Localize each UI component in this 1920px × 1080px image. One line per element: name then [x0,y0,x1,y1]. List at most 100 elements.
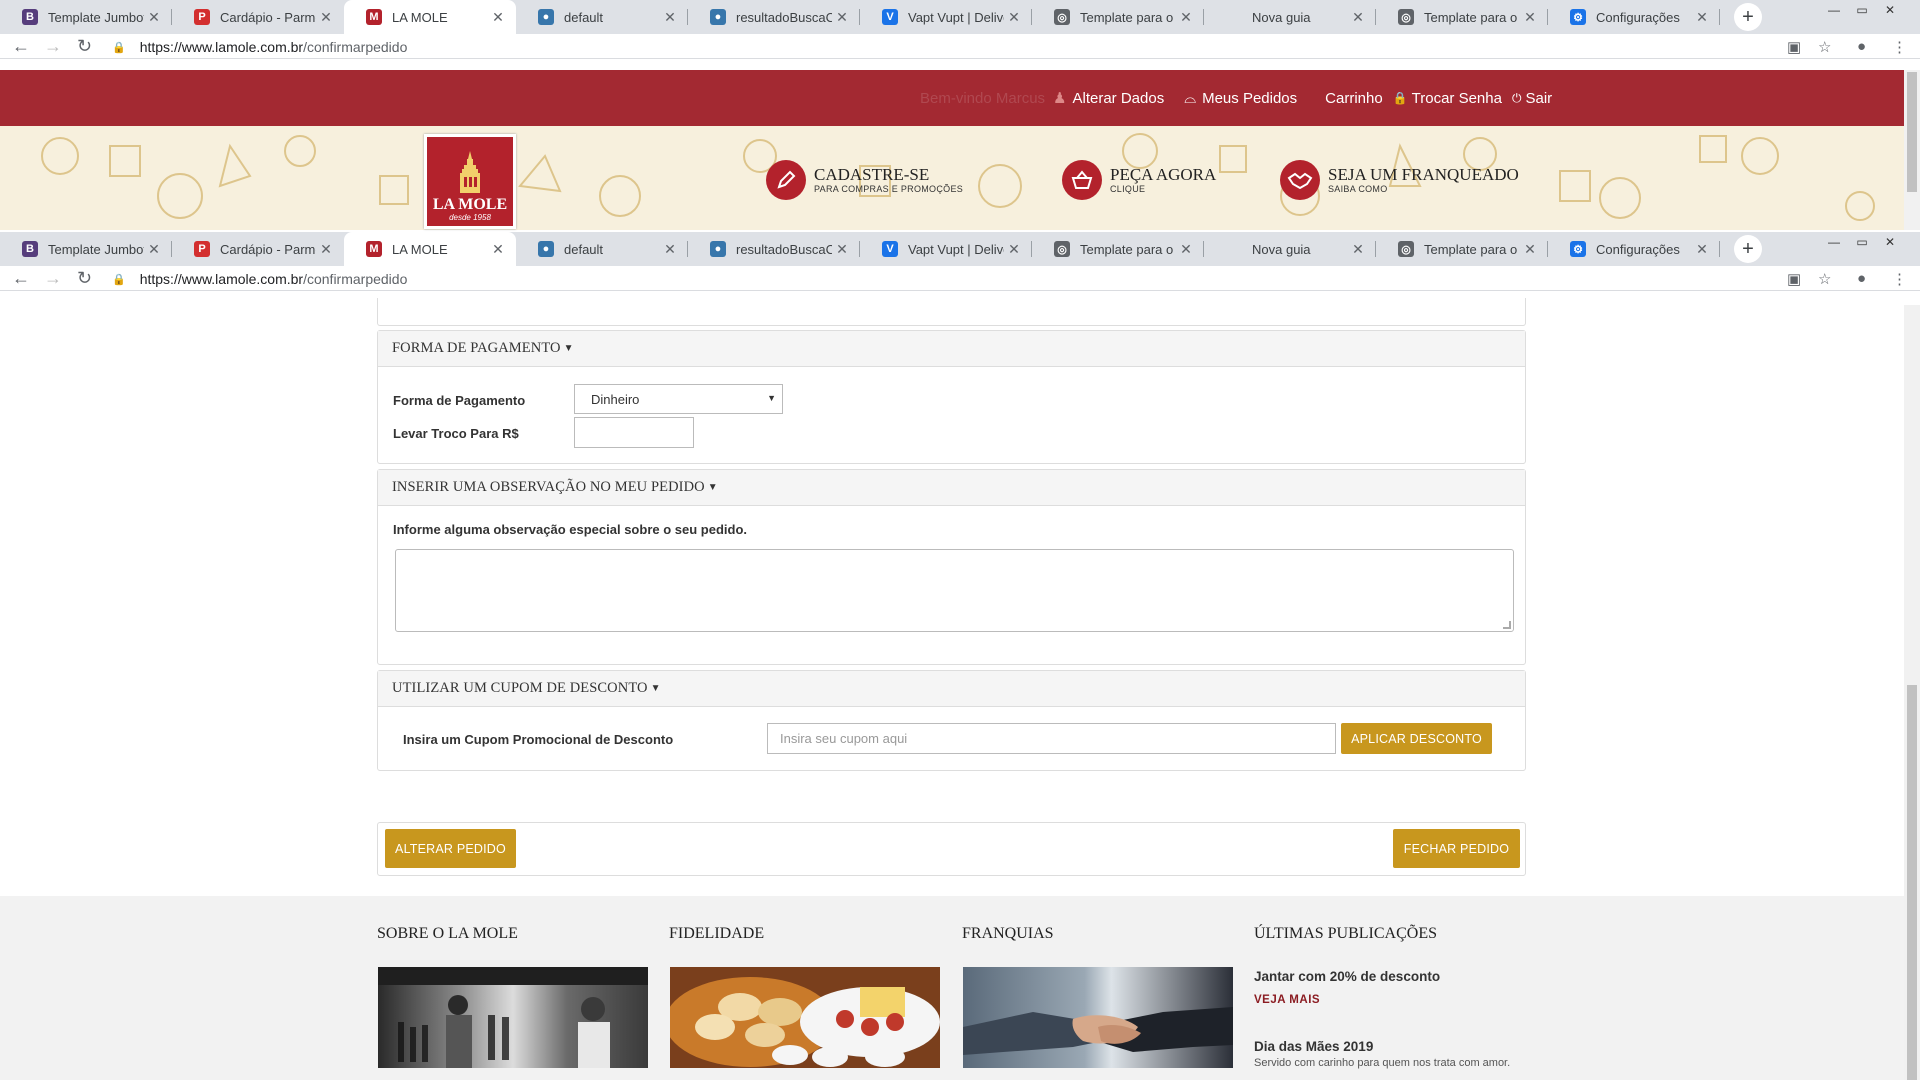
browser-tab[interactable]: M LA MOLE ✕ [344,0,516,34]
about-photo[interactable] [378,967,648,1068]
alter-data-link[interactable]: Alterar Dados [1073,90,1165,107]
tab-close-icon[interactable]: ✕ [832,9,852,26]
tab-title: Template Jumbotron [48,9,144,25]
maximize-icon[interactable]: ▭ [1848,232,1876,252]
browser-tab[interactable]: Nova guia ✕ [1204,0,1376,34]
cta-register[interactable]: CADASTRE-SE PARA COMPRAS E PROMOÇÕES [766,160,963,200]
user-links: Bem-vindo Marcus ♟ Alterar Dados ⌓ Meus … [920,70,1560,126]
maximize-icon[interactable]: ▭ [1848,0,1876,20]
minimize-icon[interactable]: — [1820,232,1848,252]
franchise-photo[interactable] [963,967,1233,1068]
browser-toolbar-overlay: ← → ↻ 🔒 https://www.lamole.com.br /confi… [0,266,1920,291]
post-1-title[interactable]: Jantar com 20% de desconto [1254,969,1440,984]
loyalty-photo[interactable] [670,967,940,1068]
tab-close-icon[interactable]: ✕ [144,9,164,26]
observation-panel-header[interactable]: INSERIR UMA OBSERVAÇÃO NO MEU PEDIDO ▼ [378,470,1525,506]
address-bar-overlay[interactable]: 🔒 https://www.lamole.com.br /confirmarpe… [112,269,1782,289]
browser-tab[interactable]: V Vapt Vupt | Delivery✕ [860,0,1032,34]
cta-franchise[interactable]: SEJA UM FRANQUEADO SAIBA COMO [1280,160,1519,200]
payment-method-select[interactable]: Dinheiro ▼ [574,384,783,414]
coupon-panel-header[interactable]: UTILIZAR UM CUPOM DE DESCONTO ▼ [378,671,1525,707]
post-2-title[interactable]: Dia das Mães 2019 [1254,1039,1373,1054]
new-tab-button[interactable]: + [1734,3,1762,31]
tab-close-icon[interactable]: ✕ [1520,241,1540,258]
cart-link[interactable]: Carrinho [1325,90,1383,107]
profile-avatar-icon[interactable]: ● [1857,270,1866,287]
browser-tab[interactable]: Nova guia ✕ [1204,232,1376,266]
menu-kebab-icon[interactable]: ⋮ [1892,38,1907,56]
tab-close-icon[interactable]: ✕ [1176,241,1196,258]
tab-close-icon[interactable]: ✕ [144,241,164,258]
tab-close-icon[interactable]: ✕ [1348,241,1368,258]
change-order-button[interactable]: ALTERAR PEDIDO [385,829,516,868]
browser-tab[interactable]: ◎ Template para o car✕ [1032,0,1204,34]
coupon-label: Insira um Cupom Promocional de Desconto [403,732,674,747]
browser-tab[interactable]: M LA MOLE ✕ [344,232,516,266]
post-1-read-more-link[interactable]: VEJA MAIS [1254,994,1320,1006]
tab-close-icon[interactable]: ✕ [488,9,508,26]
logout-link[interactable]: Sair [1525,90,1552,107]
my-orders-link[interactable]: Meus Pedidos [1202,90,1297,107]
close-order-button[interactable]: FECHAR PEDIDO [1393,829,1520,868]
la-mole-logo[interactable]: LA MOLE desde 1958 [424,134,516,229]
tab-close-icon[interactable]: ✕ [660,9,680,26]
browser-tab[interactable]: P Cardápio - Parmê ✕ [172,0,344,34]
back-icon[interactable]: ← [12,36,30,57]
address-bar[interactable]: 🔒 https://www.lamole.com.br /confirmarpe… [112,37,1782,57]
browser-tab[interactable]: V Vapt Vupt | Delivery✕ [860,232,1032,266]
payment-panel-header[interactable]: FORMA DE PAGAMENTO ▼ [378,331,1525,367]
close-window-icon[interactable]: ✕ [1876,0,1904,20]
page-scrollbar-top[interactable] [1904,70,1920,230]
page-scrollbar[interactable] [1904,305,1920,1080]
coupon-input[interactable]: Insira seu cupom aqui [767,723,1336,754]
back-icon[interactable]: ← [12,268,30,289]
tab-close-icon[interactable]: ✕ [316,9,336,26]
profile-avatar-icon[interactable]: ● [1857,38,1866,55]
cta-order-now[interactable]: PEÇA AGORA CLIQUE [1062,160,1216,200]
browser-tab[interactable]: ● default ✕ [516,0,688,34]
forward-icon[interactable]: → [44,268,62,289]
bookmark-star-icon[interactable]: ☆ [1818,270,1831,288]
bookmark-star-icon[interactable]: ☆ [1818,38,1831,56]
forward-icon[interactable]: → [44,36,62,57]
browser-tab[interactable]: ⚙ Configurações ✕ [1548,0,1720,34]
extension-icon[interactable]: ▣ [1787,38,1801,56]
extension-icon[interactable]: ▣ [1787,270,1801,288]
tab-close-icon[interactable]: ✕ [1692,241,1712,258]
browser-tab[interactable]: ◎ Template para o car✕ [1376,232,1548,266]
scrollbar-thumb[interactable] [1907,72,1917,192]
observation-textarea[interactable] [395,549,1514,632]
tab-close-icon[interactable]: ✕ [1692,9,1712,26]
minimize-icon[interactable]: — [1820,0,1848,20]
browser-tab[interactable]: P Cardápio - Parmê ✕ [172,232,344,266]
browser-tab[interactable]: B Template Jumbotron✕ [0,232,172,266]
menu-kebab-icon[interactable]: ⋮ [1892,270,1907,288]
tab-close-icon[interactable]: ✕ [316,241,336,258]
browser-tab[interactable]: B Template Jumbotron✕ [0,0,172,34]
browser-tab[interactable]: ◎ Template para o car✕ [1376,0,1548,34]
apply-discount-button[interactable]: APLICAR DESCONTO [1341,723,1492,754]
tab-close-icon[interactable]: ✕ [1004,9,1024,26]
tab-close-icon[interactable]: ✕ [660,241,680,258]
resize-grip-icon[interactable] [1503,621,1511,629]
browser-tab[interactable]: ◎ Template para o car✕ [1032,232,1204,266]
browser-tab[interactable]: ● default ✕ [516,232,688,266]
tab-close-icon[interactable]: ✕ [1004,241,1024,258]
close-window-icon[interactable]: ✕ [1876,232,1904,252]
tab-close-icon[interactable]: ✕ [832,241,852,258]
browser-tab[interactable]: ● resultadoBuscaCepE✕ [688,0,860,34]
change-amount-input[interactable] [574,417,694,448]
tab-close-icon[interactable]: ✕ [1520,9,1540,26]
change-amount-label: Levar Troco Para R$ [393,426,519,441]
tab-close-icon[interactable]: ✕ [488,241,508,258]
scrollbar-thumb[interactable] [1907,685,1917,1080]
caret-down-icon: ▼ [563,343,574,354]
change-password-link[interactable]: Trocar Senha [1412,90,1502,107]
reload-icon[interactable]: ↻ [77,268,92,289]
new-tab-button-overlay[interactable]: + [1734,235,1762,263]
tab-close-icon[interactable]: ✕ [1176,9,1196,26]
reload-icon[interactable]: ↻ [77,36,92,57]
browser-tab[interactable]: ⚙ Configurações ✕ [1548,232,1720,266]
browser-tab[interactable]: ● resultadoBuscaCepE✕ [688,232,860,266]
tab-close-icon[interactable]: ✕ [1348,9,1368,26]
